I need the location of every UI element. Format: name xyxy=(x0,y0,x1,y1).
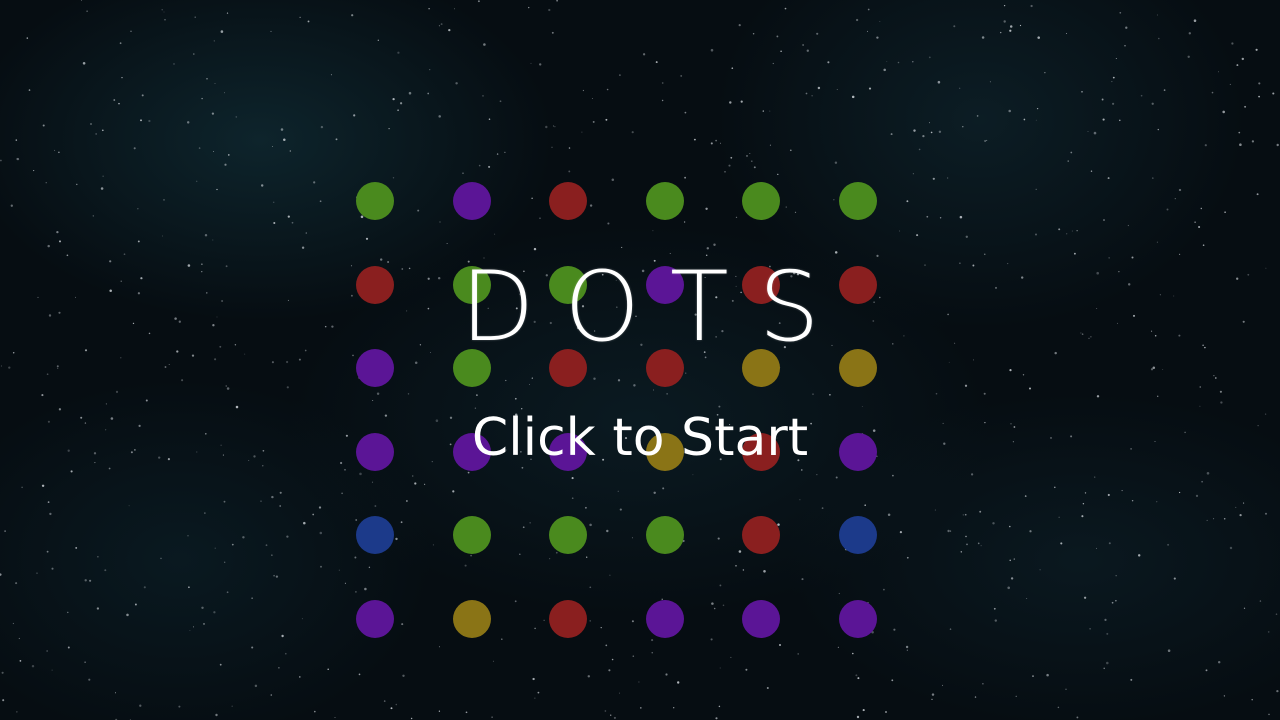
click-to-start-button[interactable]: Click to Start xyxy=(0,406,1280,470)
game-stage[interactable]: DOTS Click to Start xyxy=(0,0,1280,720)
title-screen[interactable]: DOTS Click to Start xyxy=(0,0,1280,720)
game-title: DOTS xyxy=(460,251,850,363)
